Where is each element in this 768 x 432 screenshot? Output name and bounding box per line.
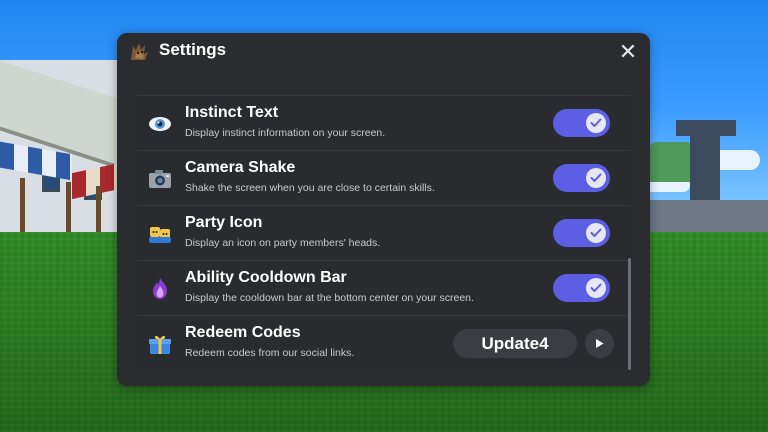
party-icon-toggle[interactable]	[553, 219, 610, 247]
setting-title: Ability Cooldown Bar	[185, 269, 347, 286]
setting-description: Shake the screen when you are close to c…	[185, 182, 435, 194]
setting-title: Party Icon	[185, 214, 263, 231]
checkmark-icon	[590, 173, 602, 182]
toggle-knob	[586, 278, 606, 298]
gift-icon	[149, 335, 171, 354]
settings-scrollbar[interactable]	[628, 258, 631, 370]
toggle-knob	[586, 223, 606, 243]
instinct-text-toggle[interactable]	[553, 109, 610, 137]
hill	[650, 142, 692, 182]
toggle-knob	[586, 113, 606, 133]
setting-row-party-icon: Party Icon Display an icon on party memb…	[137, 205, 630, 260]
stone-wall	[650, 200, 768, 234]
camera-icon	[149, 170, 171, 188]
redeem-submit-button[interactable]	[585, 329, 614, 358]
setting-description: Display an icon on party members' heads.	[185, 237, 381, 249]
settings-list[interactable]: Instinct Text Display instinct informati…	[137, 95, 630, 373]
setting-row-ability-cooldown-bar: Ability Cooldown Bar Display the cooldow…	[137, 260, 630, 315]
camera-shake-toggle[interactable]	[553, 164, 610, 192]
setting-description: Display the cooldown bar at the bottom c…	[185, 292, 474, 304]
ability-cooldown-bar-toggle[interactable]	[553, 274, 610, 302]
toggle-knob	[586, 168, 606, 188]
setting-title: Camera Shake	[185, 159, 296, 176]
setting-title: Instinct Text	[185, 104, 279, 121]
eye-icon	[149, 117, 171, 131]
checkmark-icon	[590, 118, 602, 127]
setting-row-redeem-codes: Redeem Codes Redeem codes from our socia…	[137, 315, 630, 370]
setting-row-instinct-text: Instinct Text Display instinct informati…	[137, 95, 630, 150]
party-icon	[149, 227, 171, 243]
redeem-code-input[interactable]: Update4	[453, 329, 577, 358]
settings-title: Settings	[159, 40, 227, 59]
settings-header: Settings ✕	[117, 33, 650, 73]
stall-post	[20, 178, 25, 240]
checkmark-icon	[590, 228, 602, 237]
play-arrow-icon	[596, 339, 604, 348]
close-icon[interactable]: ✕	[616, 41, 640, 65]
checkmark-icon	[590, 283, 602, 292]
setting-description: Display instinct information on your scr…	[185, 127, 386, 139]
setting-row-camera-shake: Camera Shake Shake the screen when you a…	[137, 150, 630, 205]
setting-description: Redeem codes from our social links.	[185, 347, 355, 359]
flame-icon	[153, 278, 167, 299]
settings-window: Settings ✕ Instinct Text Display instinc…	[117, 33, 650, 386]
setting-title: Redeem Codes	[185, 324, 301, 341]
settings-logo-icon	[131, 43, 148, 60]
